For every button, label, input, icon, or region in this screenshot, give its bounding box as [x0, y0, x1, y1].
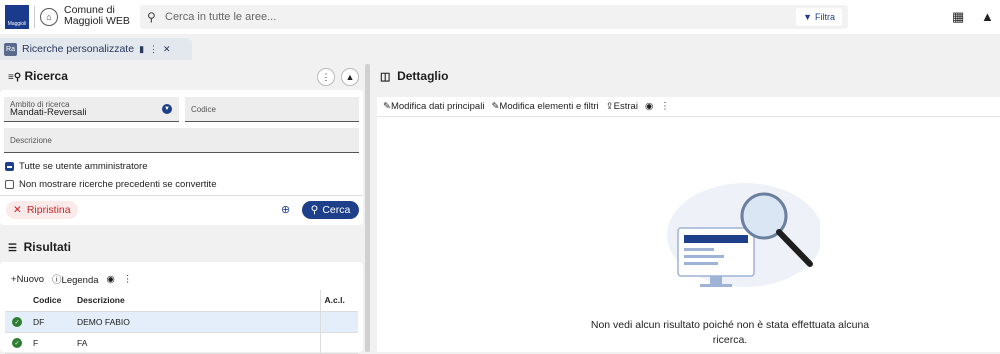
maggioli-logo[interactable]: Maggioli [5, 5, 29, 29]
risultati-heading: ☰ Risultati [8, 240, 71, 254]
eye-icon[interactable]: ◉ [107, 274, 115, 285]
risultati-toolbar: +Nuovo ⓘLegenda ◉ ⋮ [11, 272, 133, 287]
left-panel-scrollbar[interactable] [365, 64, 370, 352]
check-circle-icon: ✓ [12, 317, 22, 328]
checkbox-admin-all[interactable]: Tutte se utente amministratore [5, 161, 147, 172]
global-search[interactable]: ⚲ ▼ Filtra [140, 5, 848, 29]
table-row[interactable]: ✓ F FA [5, 332, 358, 354]
check-circle-icon: ✓ [12, 338, 22, 349]
side-panel-icon[interactable]: ◫ [380, 71, 390, 83]
more-vert-icon[interactable]: ⋮ [123, 274, 133, 285]
dashboard-icon[interactable]: ▦ [952, 9, 964, 25]
filter-button[interactable]: ▼ Filtra [796, 8, 842, 26]
cell-acl [319, 332, 358, 354]
chevron-down-icon: ▼ [162, 104, 172, 114]
close-icon[interactable]: ✕ [163, 44, 171, 55]
checkbox-hide-converted[interactable]: Non mostrare ricerche precedenti se conv… [5, 179, 216, 190]
dettaglio-toolbar: ✎Modifica dati principali ✎Modifica elem… [383, 101, 670, 112]
cell-codice: F [29, 332, 73, 354]
ambito-select[interactable]: Ambito di ricerca Mandati-Reversali ▼ [4, 97, 179, 122]
cell-descrizione: FA [73, 332, 320, 354]
search-icon: ⚲ [147, 10, 156, 24]
warning-icon[interactable]: ▲ [981, 9, 994, 24]
close-icon: ✕ [13, 204, 22, 216]
table-row[interactable]: ✓ DF DEMO FABIO [5, 311, 358, 333]
legend-button[interactable]: ⓘLegenda [52, 272, 99, 286]
info-icon: ⓘ [52, 275, 62, 286]
column-header-descrizione[interactable]: Descrizione [73, 290, 320, 312]
ricerca-menu-button[interactable]: ⋮ [317, 68, 335, 86]
cell-codice: DF [29, 311, 73, 333]
eye-icon[interactable]: ◉ [645, 101, 653, 112]
column-header-codice[interactable]: Codice [29, 290, 73, 312]
search-button[interactable]: ⚲ Cerca [302, 201, 359, 219]
bookmark-icon[interactable]: ▮ [139, 44, 144, 55]
extract-button[interactable]: ⇪Estrai [606, 101, 638, 112]
tab-ricerche-personalizzate[interactable]: Ra Ricerche personalizzate ▮ ⋮ ✕ [0, 38, 192, 60]
top-bar: Maggioli ⌂ Comune di Maggioli WEB ⚲ ▼ Fi… [0, 0, 1000, 34]
zoom-in-icon[interactable]: ⊕ [281, 203, 290, 216]
more-vert-icon[interactable]: ⋮ [660, 101, 670, 112]
logo-divider [34, 6, 35, 28]
codice-field[interactable]: Codice [185, 97, 359, 122]
new-button[interactable]: +Nuovo [11, 274, 44, 285]
dettaglio-heading: ◫ Dettaglio [380, 69, 449, 83]
search-input[interactable] [165, 5, 765, 29]
column-header-acl[interactable]: A.c.l. [319, 290, 358, 312]
empty-search-illustration [667, 183, 820, 287]
tab-app-icon: Ra [4, 42, 17, 56]
tab-label: Ricerche personalizzate [22, 43, 135, 55]
table-header-row: Codice Descrizione A.c.l. [5, 290, 358, 312]
select-column-header [5, 290, 29, 312]
search-list-icon: ≡⚲ [8, 72, 22, 83]
filter-icon: ▼ [803, 12, 812, 22]
reset-button[interactable]: ✕ Ripristina [6, 201, 78, 219]
descrizione-field[interactable]: Descrizione [4, 128, 359, 153]
cell-acl [319, 311, 358, 333]
divider [0, 195, 363, 196]
collapse-button[interactable]: ▲ [341, 68, 359, 86]
more-vert-icon[interactable]: ⋮ [149, 44, 158, 55]
empty-state-message: Non vedi alcun risultato poiché non è st… [590, 319, 870, 346]
edit-main-button[interactable]: ✎Modifica dati principali [383, 101, 484, 112]
ricerca-heading: ≡⚲ Ricerca [8, 69, 68, 83]
checkbox-checked-icon[interactable] [5, 162, 14, 171]
divider [377, 116, 1000, 117]
checkbox-unchecked-icon[interactable] [5, 180, 14, 189]
results-table: Codice Descrizione A.c.l. ✓ DF DEMO FABI… [5, 290, 358, 354]
cell-descrizione: DEMO FABIO [73, 311, 320, 333]
org-name: Comune di Maggioli WEB [64, 4, 130, 27]
tab-strip: Ra Ricerche personalizzate ▮ ⋮ ✕ [0, 38, 1000, 60]
list-icon: ☰ [8, 243, 17, 254]
edit-elements-button[interactable]: ✎Modifica elementi e filtri [491, 101, 598, 112]
bank-icon: ⌂ [40, 8, 58, 26]
search-icon: ⚲ [310, 204, 319, 216]
